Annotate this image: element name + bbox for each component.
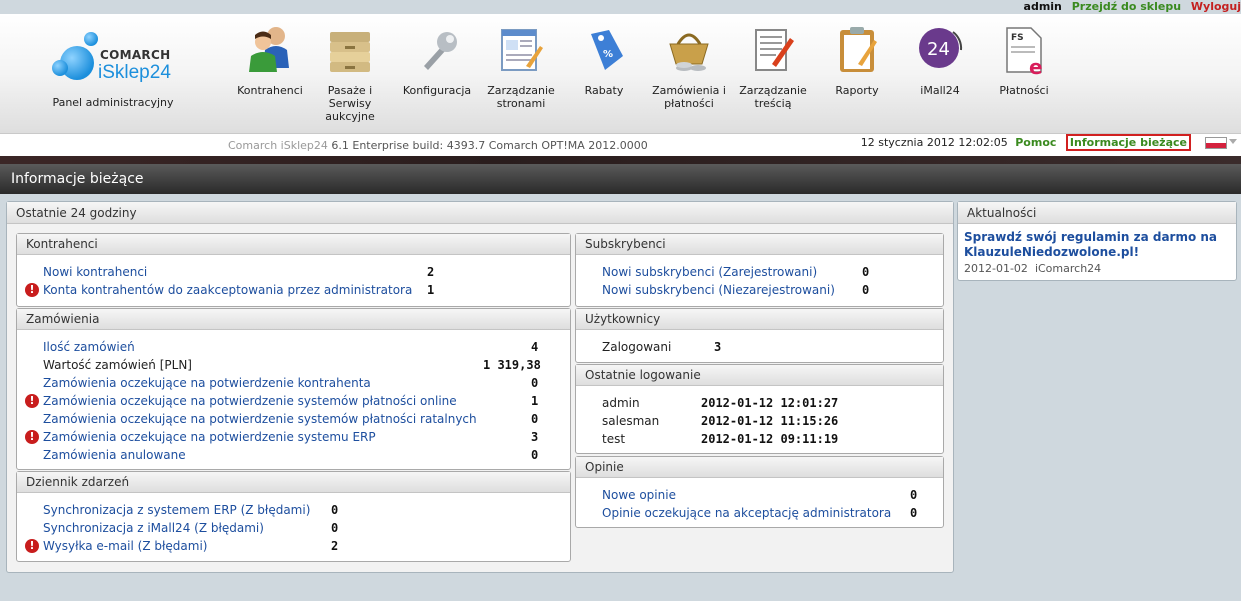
svg-text:24: 24 xyxy=(927,39,950,60)
discount-tag-icon: % xyxy=(579,22,629,76)
orders-box: Zamówienia Ilość zamówień 4 Wartość zamó… xyxy=(16,308,571,470)
users-box: Użytkownicy Zalogowani 3 xyxy=(575,308,944,363)
imall-sync-errors-link[interactable]: Synchronizacja z iMall24 (Z błędami) xyxy=(43,519,264,537)
panel-label: Panel administracyjny xyxy=(52,96,174,109)
reviews-box: Opinie Nowe opinie 0 Opinie oczekujące n… xyxy=(575,456,944,528)
table-row: test 2012-01-12 09:11:19 xyxy=(602,432,839,446)
page-title: Informacje bieżące xyxy=(0,164,1241,194)
svg-text:e: e xyxy=(1029,55,1043,76)
orders-await-online-payment-link[interactable]: Zamówienia oczekujące na potwierdzenie s… xyxy=(43,392,457,410)
warning-icon: ! xyxy=(25,430,39,444)
invoice-icon: FS e xyxy=(999,22,1049,79)
nav-discounts[interactable]: % Rabaty xyxy=(564,22,644,97)
contractors-box: Kontrahenci Nowi kontrahenci 2 ! Konta k… xyxy=(16,233,571,307)
reviews-await-approval-link[interactable]: Opinie oczekujące na akceptację administ… xyxy=(602,504,891,522)
user-bar: admin Przejdź do sklepu Wyloguj xyxy=(1018,0,1241,14)
list-item: Nowe opinie 0 xyxy=(602,486,918,504)
nav-contractors[interactable]: Kontrahenci xyxy=(230,22,310,97)
new-unregistered-subscribers-link[interactable]: Nowi subskrybenci (Niezarejestrowani) xyxy=(602,281,835,299)
list-item: Zalogowani 3 xyxy=(602,340,722,354)
nav-configuration[interactable]: Konfiguracja xyxy=(397,22,477,97)
polish-flag-icon[interactable] xyxy=(1205,137,1227,149)
basket-icon xyxy=(664,22,714,76)
list-item: Synchronizacja z iMall24 (Z błędami) 0 xyxy=(43,519,339,537)
list-item: Wartość zamówień [PLN] 1 319,38 xyxy=(43,358,541,372)
news-panel: Aktualności Sprawdź swój regulamin za da… xyxy=(957,201,1237,281)
list-item: Nowi subskrybenci (Zarejestrowani) 0 xyxy=(602,263,870,281)
new-reviews-link[interactable]: Nowe opinie xyxy=(602,486,676,504)
svg-text:%: % xyxy=(603,49,613,60)
list-item: ! Zamówienia oczekujące na potwierdzenie… xyxy=(17,428,570,446)
header-divider xyxy=(0,156,1241,164)
orders-await-erp-link[interactable]: Zamówienia oczekujące na potwierdzenie s… xyxy=(43,428,376,446)
last-24h-title: Ostatnie 24 godziny xyxy=(7,202,953,224)
current-info-link[interactable]: Informacje bieżące xyxy=(1065,134,1191,151)
subscribers-box: Subskrybenci Nowi subskrybenci (Zarejest… xyxy=(575,233,944,307)
build-info: Comarch iSklep24 6.1 Enterprise build: 4… xyxy=(228,139,648,152)
logo-product: iSklep24 xyxy=(98,62,171,83)
erp-sync-errors-link[interactable]: Synchronizacja z systemem ERP (Z błędami… xyxy=(43,501,310,519)
logout-link[interactable]: Wyloguj xyxy=(1191,0,1241,13)
nav-auctions[interactable]: Pasaże i Serwisy aukcyjne xyxy=(310,22,390,123)
orders-count-link[interactable]: Ilość zamówień xyxy=(43,338,135,356)
list-item: Synchronizacja z systemem ERP (Z błędami… xyxy=(43,501,339,519)
list-item: ! Wysyłka e-mail (Z błędami) 2 xyxy=(17,537,570,555)
warning-icon: ! xyxy=(25,283,39,297)
clipboard-icon xyxy=(832,22,882,76)
page-edit-icon xyxy=(496,22,546,76)
table-row: admin 2012-01-12 12:01:27 xyxy=(602,396,839,410)
orders-await-installment-link[interactable]: Zamówienia oczekujące na potwierdzenie s… xyxy=(43,410,477,428)
wrench-icon xyxy=(412,22,462,76)
folders-icon xyxy=(325,22,375,76)
current-date: 12 stycznia 2012 12:02:05 xyxy=(860,136,1008,149)
accounts-to-accept-link[interactable]: Konta kontrahentów do zaakceptowania prz… xyxy=(43,281,412,299)
logo-brand: COMARCH xyxy=(100,48,171,62)
event-log-box: Dziennik zdarzeń Synchronizacja z system… xyxy=(16,471,571,562)
list-item: Zamówienia oczekujące na potwierdzenie k… xyxy=(43,374,539,392)
go-to-shop-link[interactable]: Przejdź do sklepu xyxy=(1072,0,1181,13)
last-login-box: Ostatnie logowanie admin 2012-01-12 12:0… xyxy=(575,364,944,454)
current-user: admin xyxy=(1023,0,1062,13)
news-date: 2012-01-02 xyxy=(964,262,1028,275)
list-item: Nowi subskrybenci (Niezarejestrowani) 0 xyxy=(602,281,870,299)
list-item: Zamówienia oczekujące na potwierdzenie s… xyxy=(43,410,539,428)
imall24-icon: 24 xyxy=(915,22,965,76)
orders-cancelled-link[interactable]: Zamówienia anulowane xyxy=(43,446,186,464)
help-link[interactable]: Pomoc xyxy=(1015,136,1056,149)
new-contractors-link[interactable]: Nowi kontrahenci xyxy=(43,263,147,281)
header: COMARCH iSklep24 Panel administracyjny K… xyxy=(0,14,1241,134)
status-bar: Comarch iSklep24 6.1 Enterprise build: 4… xyxy=(0,134,1241,156)
news-item-link[interactable]: Sprawdź swój regulamin za darmo na Klauz… xyxy=(964,230,1230,260)
chevron-down-icon[interactable] xyxy=(1229,139,1237,144)
content-edit-icon xyxy=(748,22,798,76)
nav-content[interactable]: Zarządzanie treścią xyxy=(733,22,813,110)
warning-icon: ! xyxy=(25,539,39,553)
nav-imall24[interactable]: 24 iMall24 xyxy=(900,22,980,97)
nav-payments[interactable]: FS e Płatności xyxy=(984,22,1064,97)
list-item: Nowi kontrahenci 2 xyxy=(43,263,435,281)
orders-await-contractor-link[interactable]: Zamówienia oczekujące na potwierdzenie k… xyxy=(43,374,371,392)
list-item: ! Zamówienia oczekujące na potwierdzenie… xyxy=(17,392,570,410)
new-registered-subscribers-link[interactable]: Nowi subskrybenci (Zarejestrowani) xyxy=(602,263,817,281)
nav-reports[interactable]: Raporty xyxy=(817,22,897,97)
news-author: iComarch24 xyxy=(1034,262,1102,275)
nav-pages[interactable]: Zarządzanie stronami xyxy=(481,22,561,110)
list-item: Ilość zamówień 4 xyxy=(43,338,539,356)
nav-orders[interactable]: Zamówienia i płatności xyxy=(649,22,729,110)
list-item: ! Konta kontrahentów do zaakceptowania p… xyxy=(17,281,570,299)
news-title: Aktualności xyxy=(958,202,1236,224)
warning-icon: ! xyxy=(25,394,39,408)
table-row: salesman 2012-01-12 11:15:26 xyxy=(602,414,839,428)
list-item: Zamówienia anulowane 0 xyxy=(43,446,539,464)
comarch-logo[interactable]: COMARCH iSklep24 xyxy=(52,28,182,88)
email-errors-link[interactable]: Wysyłka e-mail (Z błędami) xyxy=(43,537,207,555)
list-item: Opinie oczekujące na akceptację administ… xyxy=(602,504,918,522)
contractors-icon xyxy=(245,22,295,76)
svg-text:FS: FS xyxy=(1011,33,1024,43)
